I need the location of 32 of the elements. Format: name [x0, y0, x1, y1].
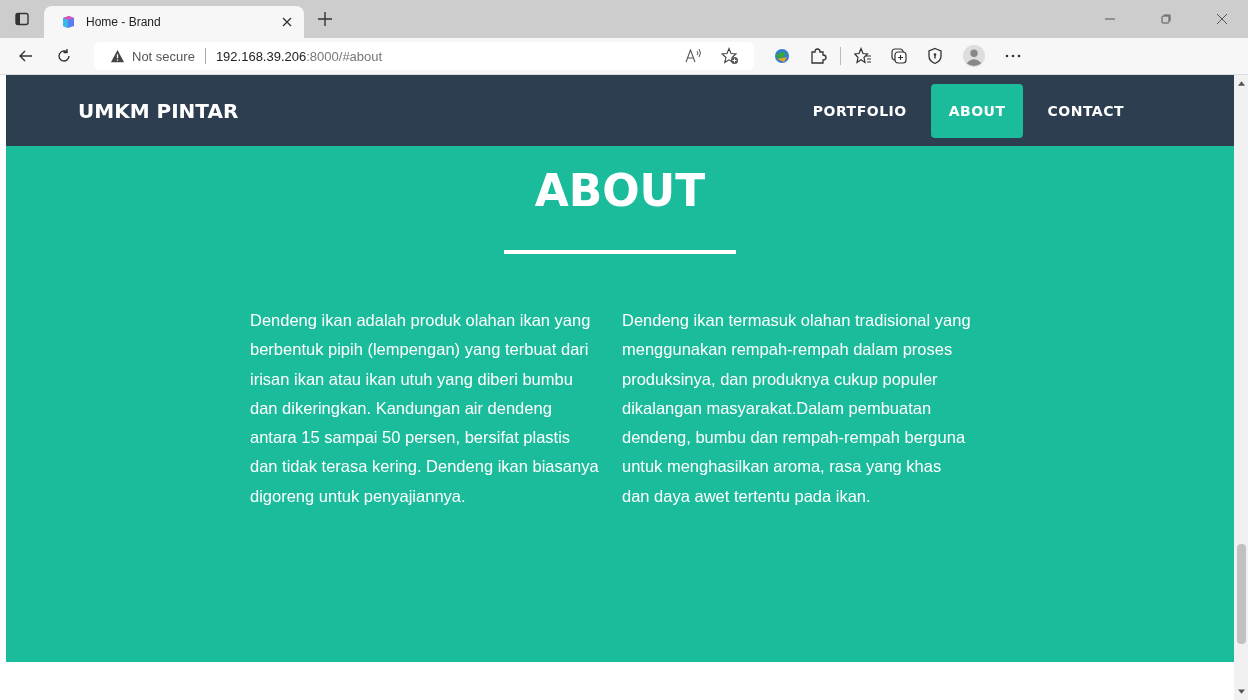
- section-title: ABOUT: [534, 166, 706, 216]
- tab-title: Home - Brand: [86, 15, 162, 29]
- scroll-down-icon[interactable]: [1237, 689, 1245, 695]
- scroll-up-icon[interactable]: [1237, 80, 1245, 86]
- globe-icon[interactable]: [773, 47, 791, 65]
- warning-icon: [110, 49, 125, 63]
- address-field[interactable]: Not secure 192.168.39.206:8000/#about: [94, 42, 754, 70]
- collections-icon[interactable]: [890, 47, 908, 65]
- restore-icon[interactable]: [1160, 13, 1172, 25]
- nav-link[interactable]: CONTACT: [1029, 83, 1142, 138]
- url-text: 192.168.39.206:8000/#about: [215, 48, 383, 64]
- close-window-icon[interactable]: [1216, 13, 1228, 25]
- brand-link[interactable]: UMKM PINTAR: [78, 98, 789, 123]
- refresh-icon[interactable]: [56, 48, 72, 64]
- tab-actions-icon[interactable]: [14, 11, 30, 27]
- scrollbar[interactable]: [1234, 75, 1248, 700]
- favorites-icon[interactable]: [854, 47, 872, 65]
- back-icon[interactable]: [18, 48, 34, 64]
- browser-tab[interactable]: Home - Brand: [44, 6, 304, 38]
- nav-link[interactable]: PORTFOLIO: [794, 83, 925, 138]
- close-icon[interactable]: [282, 17, 292, 27]
- read-aloud-icon[interactable]: [685, 47, 703, 65]
- new-tab-icon[interactable]: [318, 12, 332, 26]
- puzzle-icon[interactable]: [809, 47, 827, 65]
- favorite-add-icon[interactable]: [721, 47, 739, 65]
- paragraph: Dendeng ikan adalah produk olahan ikan yang berbentuk pipih (lempengan) yang terbuat dari irisan ikan atau ikan utuh yang diberi bumbu dan dikeringkan. Kandungan air dendeng antara 15 sampai 50 persen, bersifat plastis dan tidak terasa kering. Dendeng ikan biasanya digoreng untuk penyajiannya.: [250, 310, 600, 507]
- paragraph: Dendeng ikan termasuk olahan tradisional yang menggunakan rempah-rempah dalam proses produksinya, dan produknya cukup populer dikalangan masyarakat.Dalam pembuatan dendeng, bumbu dan rempah-rempah berguna untuk menghasilkan aroma, rasa yang khas dan daya awet tertentu pada ikan.: [622, 310, 972, 507]
- cube-icon: [60, 14, 76, 30]
- scroll-thumb[interactable]: [1236, 544, 1246, 644]
- shield-icon[interactable]: [926, 47, 944, 65]
- security-label: Not secure: [132, 48, 195, 64]
- profile-avatar-icon[interactable]: [963, 45, 985, 67]
